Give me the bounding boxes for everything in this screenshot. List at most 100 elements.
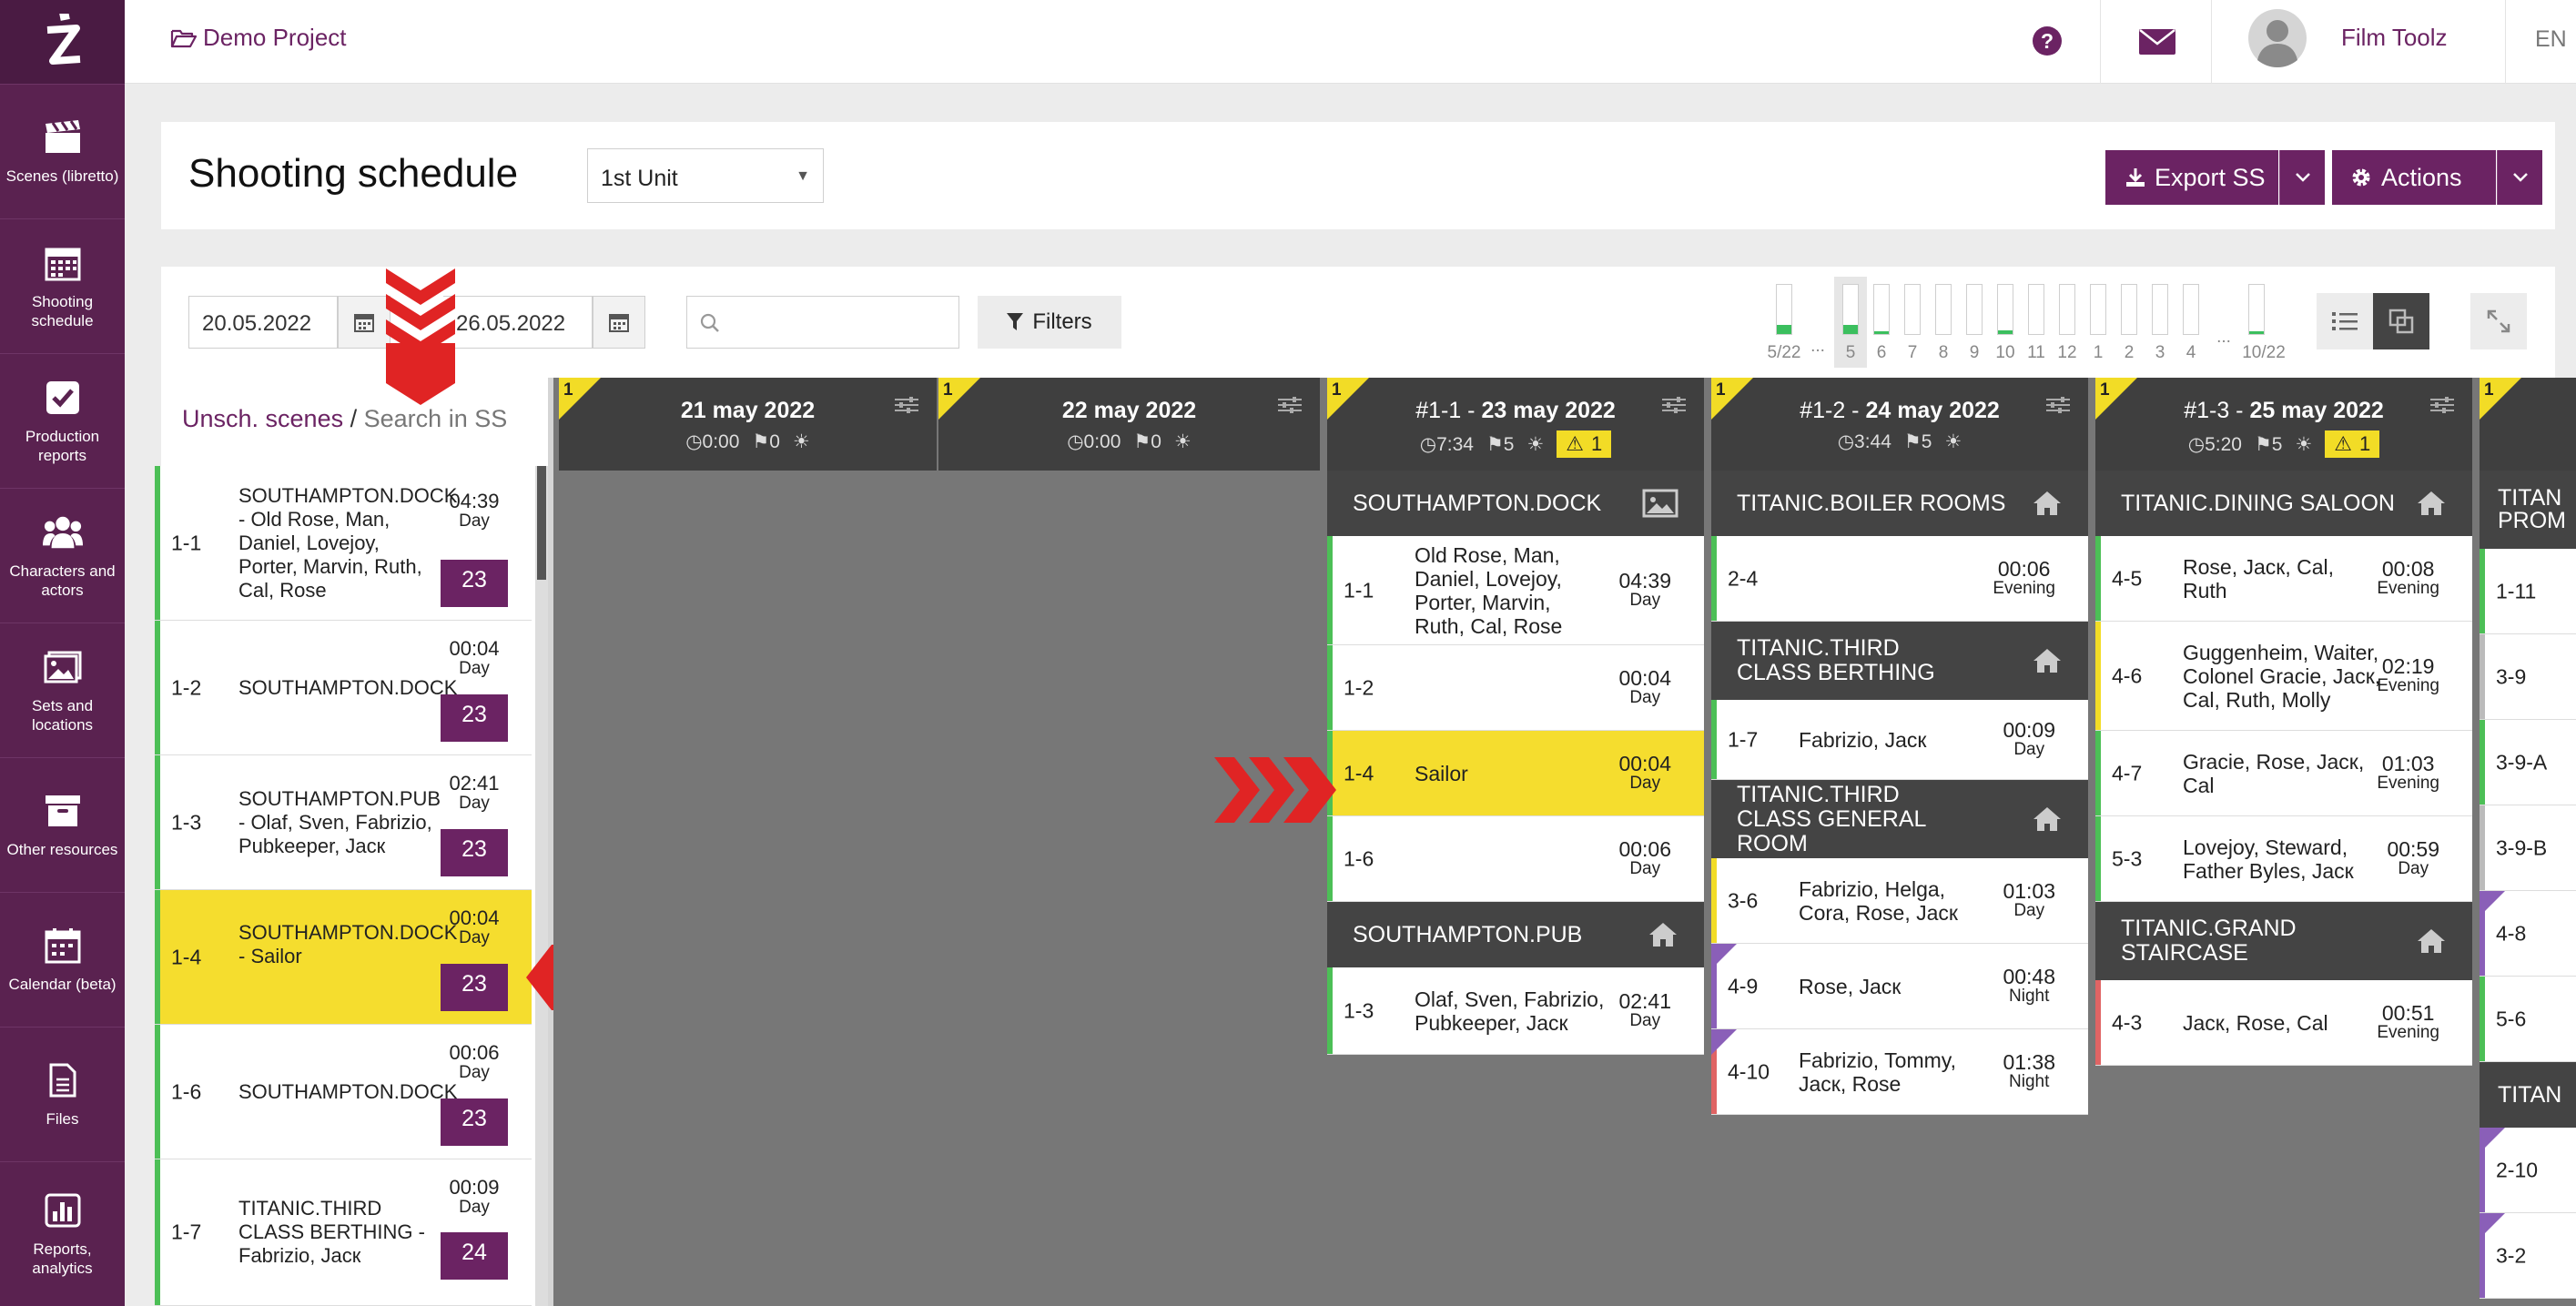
sidebar-item-sets[interactable]: Sets and locations [0, 623, 125, 757]
day-column-header[interactable]: 1 #1-3 - 25 may 2022 ◷5:20 ⚑5 ☀ ⚠ 1 [2095, 378, 2472, 471]
set-header[interactable]: TITANIC.THIRD CLASS GENERAL ROOM [1711, 780, 2088, 858]
day-column-header[interactable]: 1 22 may 2022 ◷0:00 ⚑0 ☀ [938, 378, 1320, 471]
scene-card[interactable]: 1-7 Fabrizio, Jacк 00:09 Day [1711, 700, 2088, 780]
day-strip-bar[interactable] [1966, 284, 1983, 335]
scene-card[interactable]: 4-9 Rose, Jacк 00:48 Night [1711, 944, 2088, 1029]
scene-card[interactable]: 3-9 [2480, 634, 2576, 720]
warning-badge[interactable]: ⚠ 1 [1557, 430, 1612, 458]
sidebar-item-reports[interactable]: Reports, analytics [0, 1161, 125, 1306]
day-strip-bar[interactable] [2059, 284, 2075, 335]
calendar-icon[interactable] [338, 296, 390, 349]
set-header[interactable]: TITANIC.BOILER ROOMS [1711, 471, 2088, 536]
list-item[interactable]: 1-2 SOUTHAMPTON.DOCK 00:04Day 23 may [155, 621, 532, 755]
date-to-input[interactable]: 26.05.2022 [443, 296, 593, 349]
actions-dropdown-button[interactable] [2497, 150, 2542, 205]
filters-button[interactable]: Filters [978, 296, 1121, 349]
set-header[interactable]: TITANIC.DINING SALOON [2095, 471, 2472, 536]
scene-card[interactable]: 2-4 00:06 Evening [1711, 536, 2088, 622]
day-strip-bar[interactable] [2090, 284, 2106, 335]
day-strip-bar[interactable] [1904, 284, 1921, 335]
day-column-header[interactable]: 1 #1-2 - 24 may 2022 ◷3:44 ⚑5 ☀ [1711, 378, 2088, 471]
list-item[interactable]: 1-3 SOUTHAMPTON.PUB - Olaf, Sven, Fabriz… [155, 755, 532, 890]
day-column-header[interactable]: 1 [2480, 378, 2576, 471]
scene-card[interactable]: 1-6 00:06 Day [1327, 816, 1704, 902]
list-item-highlighted[interactable]: 1-4 SOUTHAMPTON.DOCK - Sailor 00:04 Day 2… [155, 890, 532, 1025]
sliders-icon[interactable] [2430, 396, 2454, 414]
set-header[interactable]: SOUTHAMPTON.DOCK [1327, 471, 1704, 536]
app-logo[interactable] [0, 0, 125, 84]
sidebar-item-scenes[interactable]: Scenes (libretto) [0, 84, 125, 218]
scene-card[interactable]: 3-9-A [2480, 720, 2576, 805]
sidebar-item-production-reports[interactable]: Production reports [0, 353, 125, 488]
scene-card[interactable]: 3-6 Fabrizio, Helga, Cora, Rose, Jacк 01:0… [1711, 858, 2088, 944]
sliders-icon[interactable] [1278, 396, 1302, 414]
scene-card[interactable]: 5-6 [2480, 977, 2576, 1062]
mail-icon[interactable] [2139, 29, 2175, 55]
export-ss-button[interactable]: Export SS [2105, 150, 2278, 205]
scene-card[interactable]: 1-3 Olaf, Sven, Fabrizio, Pubkeeper, Jacк… [1327, 967, 1704, 1055]
day-strip-bar[interactable] [1935, 284, 1952, 335]
day-strip-bar[interactable] [2152, 284, 2168, 335]
list-item[interactable]: 1-1 SOUTHAMPTON.DOCK - Old Rose, Man, Da… [155, 466, 532, 621]
sliders-icon[interactable] [895, 396, 918, 414]
day-strip-bar[interactable] [1842, 284, 1859, 335]
list-item[interactable]: 1-7 TITANIC.THIRD CLASS BERTHING - Fabri… [155, 1159, 532, 1306]
scene-card[interactable]: 3-9-B [2480, 805, 2576, 891]
set-header[interactable]: SOUTHAMPTON.PUB [1327, 902, 1704, 967]
scene-card[interactable]: 4-8 [2480, 891, 2576, 977]
day-strip-bar[interactable] [2121, 284, 2137, 335]
set-header[interactable]: TITANIC.THIRD CLASS BERTHING [1711, 622, 2088, 700]
sidebar-item-other-resources[interactable]: Other resources [0, 757, 125, 892]
scene-card[interactable]: 4-3 Jacк, Rose, Cal 00:51 Evening [2095, 980, 2472, 1066]
calendar-icon[interactable] [593, 296, 645, 349]
filmtoolz-logo-icon [46, 14, 80, 65]
day-strip-bar[interactable] [2028, 284, 2044, 335]
list-item[interactable]: 1-6 SOUTHAMPTON.DOCK 00:06Day 23 may [155, 1025, 532, 1159]
set-header[interactable]: TITAN PROM [2480, 471, 2576, 549]
scene-card[interactable]: 1-1 Old Rose, Man, Daniel, Lovejoy, Porte… [1327, 536, 1704, 645]
unit-select[interactable]: 1st Unit ▼ [587, 148, 824, 203]
day-strip-bar[interactable] [1776, 284, 1792, 335]
list-view-button[interactable] [2317, 293, 2373, 349]
scene-card[interactable]: 5-3 Lovejoy, Steward, Father Byles, Jacк 0… [2095, 816, 2472, 902]
scene-card[interactable]: 3-2 [2480, 1213, 2576, 1299]
warning-badge[interactable]: ⚠ 1 [2325, 430, 2380, 458]
set-header[interactable]: TITANIC.GRAND STAIRCASE [2095, 902, 2472, 980]
scene-card[interactable]: 4-10 Fabrizio, Tommy, Jacк, Rose 01:38 Nigh… [1711, 1029, 2088, 1115]
day-strip-bar[interactable] [1873, 284, 1890, 335]
scene-card[interactable]: 1-2 00:04 Day [1327, 645, 1704, 731]
scene-card[interactable]: 4-6 Guggenheim, Waiter, Colonel Gracie, J… [2095, 622, 2472, 731]
export-dropdown-button[interactable] [2279, 150, 2325, 205]
actions-button[interactable]: Actions [2332, 150, 2496, 205]
day-strip-bar[interactable] [1997, 284, 2013, 335]
sidebar-item-characters[interactable]: Characters and actors [0, 488, 125, 623]
day-strip-bar[interactable] [2183, 284, 2199, 335]
left-panel-tabs: Unsch. scenes / Search in SS [182, 405, 508, 432]
board-view-button[interactable] [2373, 293, 2429, 349]
set-header[interactable]: TITAN [2480, 1062, 2576, 1128]
tab-search-in-ss[interactable]: Search in SS [364, 405, 508, 432]
avatar[interactable] [2248, 9, 2307, 67]
sliders-icon[interactable] [1662, 396, 1686, 414]
scene-card[interactable]: 4-5 Rose, Jacк, Cal, Ruth 00:08 Evening [2095, 536, 2472, 622]
sidebar-item-calendar[interactable]: Calendar (beta) [0, 892, 125, 1027]
day-column-header[interactable]: 1 21 may 2022 ◷0:00 ⚑0 ☀ [559, 378, 937, 471]
tab-unscheduled-scenes[interactable]: Unsch. scenes [182, 405, 343, 432]
date-from-input[interactable]: 20.05.2022 [188, 296, 338, 349]
help-icon[interactable]: ? [2032, 25, 2063, 56]
project-link[interactable]: Demo Project [170, 24, 347, 52]
sidebar-item-files[interactable]: Files [0, 1027, 125, 1161]
scene-card[interactable]: 2-10 [2480, 1128, 2576, 1213]
scrollbar[interactable] [535, 466, 548, 1306]
search-input[interactable] [686, 296, 959, 349]
sidebar-item-shooting-schedule[interactable]: Shooting schedule [0, 218, 125, 353]
language-selector[interactable]: EN [2535, 26, 2567, 53]
scene-card[interactable]: 4-7 Gracie, Rose, Jacк, Cal 01:03 Evening [2095, 731, 2472, 816]
day-strip-bar[interactable] [2248, 284, 2265, 335]
user-name[interactable]: Film Toolz [2341, 24, 2448, 52]
fullscreen-button[interactable] [2470, 293, 2527, 349]
scene-card[interactable]: 1-11 [2480, 549, 2576, 634]
scene-card-highlighted[interactable]: 1-4 Sailor 00:04 Day [1327, 731, 1704, 816]
sliders-icon[interactable] [2046, 396, 2070, 414]
day-column-header[interactable]: 1 #1-1 - 23 may 2022 ◷7:34 ⚑5 ☀ ⚠ 1 [1327, 378, 1704, 471]
